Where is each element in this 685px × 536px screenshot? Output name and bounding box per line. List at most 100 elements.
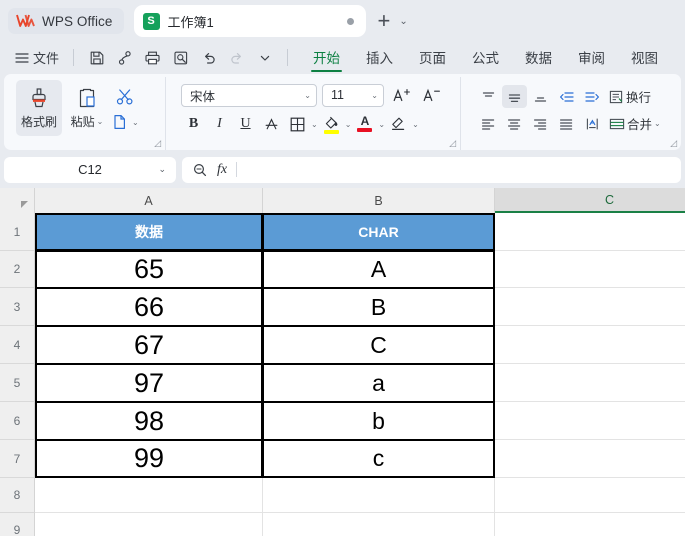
align-right-button[interactable] [528,112,553,135]
paste-button[interactable]: 粘贴 ⌄ [64,80,110,136]
save-button[interactable] [84,46,109,69]
borders-button[interactable] [285,112,310,136]
undo-button[interactable] [196,46,221,69]
wps-office-brand[interactable]: WPS Office [8,8,124,34]
document-tab[interactable]: S 工作簿1 [133,5,366,37]
row-header-8[interactable]: 8 [0,478,35,513]
cell-a2[interactable]: 65 [35,251,263,288]
clear-format-button[interactable] [386,112,411,136]
print-preview-button[interactable] [168,46,193,69]
tab-view[interactable]: 视图 [618,45,671,71]
fill-color-chevron-icon[interactable]: ⌄ [345,120,352,129]
cell-c5[interactable] [495,364,685,402]
bold-button[interactable]: B [181,112,206,136]
cell-b3[interactable]: B [263,288,495,326]
row-header-1[interactable]: 1 [0,213,35,251]
main-menu-button[interactable]: 文件 [11,45,63,70]
cell-a8[interactable] [35,478,263,513]
copy-chevron-icon[interactable]: ⌄ [132,118,139,127]
cell-c3[interactable] [495,288,685,326]
row-header-5[interactable]: 5 [0,364,35,402]
cell-c6[interactable] [495,402,685,440]
font-color-button[interactable]: A [352,112,377,136]
cell-b4[interactable]: C [263,326,495,364]
paste-chevron-icon[interactable]: ⌄ [97,117,104,126]
increase-font-size-button[interactable] [389,83,414,107]
new-tab-button[interactable]: + [378,10,391,32]
decrease-font-size-button[interactable] [419,83,444,107]
cell-b1[interactable]: CHAR [263,213,495,251]
cut-button[interactable] [115,88,135,106]
italic-button[interactable]: I [207,112,232,136]
column-header-b[interactable]: B [263,188,495,213]
fill-color-button[interactable] [319,112,344,136]
tab-review[interactable]: 审阅 [565,45,618,71]
tab-formula[interactable]: 公式 [459,45,512,71]
format-painter-button[interactable]: 格式刷 [16,80,62,136]
align-bottom-button[interactable] [528,85,553,108]
name-box-chevron-icon[interactable]: ⌄ [158,164,166,175]
cell-b7[interactable]: c [263,440,495,478]
cell-c2[interactable] [495,251,685,288]
clear-format-chevron-icon[interactable]: ⌄ [412,120,419,129]
cell-c1[interactable] [495,213,685,251]
column-header-a[interactable]: A [35,188,263,213]
cell-a1[interactable]: 数据 [35,213,263,251]
decrease-indent-button[interactable] [554,85,579,108]
cell-a6[interactable]: 98 [35,402,263,440]
cell-a9[interactable] [35,513,263,536]
row-header-2[interactable]: 2 [0,251,35,288]
cell-a5[interactable]: 97 [35,364,263,402]
text-orientation-button[interactable] [580,112,605,135]
row-header-3[interactable]: 3 [0,288,35,326]
select-all-corner-button[interactable] [0,188,35,213]
align-center-button[interactable] [502,112,527,135]
cell-a3[interactable]: 66 [35,288,263,326]
column-header-c[interactable]: C [495,188,685,213]
cell-b5[interactable]: a [263,364,495,402]
font-dialog-launcher[interactable]: ◿ [449,139,456,148]
tab-home[interactable]: 开始 [300,45,353,72]
alignment-dialog-launcher[interactable]: ◿ [670,139,677,148]
font-size-select[interactable]: 11 ⌄ [322,83,384,107]
tab-list-chevron-icon[interactable]: ⌄ [399,16,407,27]
merge-chevron-icon[interactable]: ⌄ [654,119,661,128]
align-left-button[interactable] [476,112,501,135]
cell-a4[interactable]: 67 [35,326,263,364]
merge-cells-button[interactable]: 合并 ⌄ [606,112,663,135]
wrap-text-button[interactable]: 换行 [606,85,653,108]
row-header-7[interactable]: 7 [0,440,35,478]
cell-b9[interactable] [263,513,495,536]
row-header-6[interactable]: 6 [0,402,35,440]
font-name-select[interactable]: 宋体 ⌄ [181,83,317,107]
quick-access-chevron-icon[interactable] [252,46,277,69]
cell-c9[interactable] [495,513,685,536]
search-icon[interactable] [192,162,208,178]
share-button[interactable] [112,46,137,69]
cell-b2[interactable]: A [263,251,495,288]
formula-input-area[interactable]: fx [182,156,681,183]
clipboard-dialog-launcher[interactable]: ◿ [154,139,161,148]
font-color-chevron-icon[interactable]: ⌄ [378,120,385,129]
cell-c4[interactable] [495,326,685,364]
align-top-button[interactable] [476,85,501,108]
tab-page[interactable]: 页面 [406,45,459,71]
underline-button[interactable]: U [233,112,258,136]
cell-c7[interactable] [495,440,685,478]
tab-data[interactable]: 数据 [512,45,565,71]
strikethrough-button[interactable] [259,112,284,136]
row-header-4[interactable]: 4 [0,326,35,364]
insert-function-button[interactable]: fx [217,162,227,178]
print-button[interactable] [140,46,165,69]
name-box[interactable]: C12 ⌄ [4,156,176,183]
cell-b6[interactable]: b [263,402,495,440]
cell-c8[interactable] [495,478,685,513]
align-middle-button[interactable] [502,85,527,108]
copy-button[interactable]: ⌄ [112,113,139,131]
row-header-9[interactable]: 9 [0,513,35,536]
align-justify-button[interactable] [554,112,579,135]
redo-button[interactable] [224,46,249,69]
cell-b8[interactable] [263,478,495,513]
borders-chevron-icon[interactable]: ⌄ [311,120,318,129]
tab-insert[interactable]: 插入 [353,45,406,71]
